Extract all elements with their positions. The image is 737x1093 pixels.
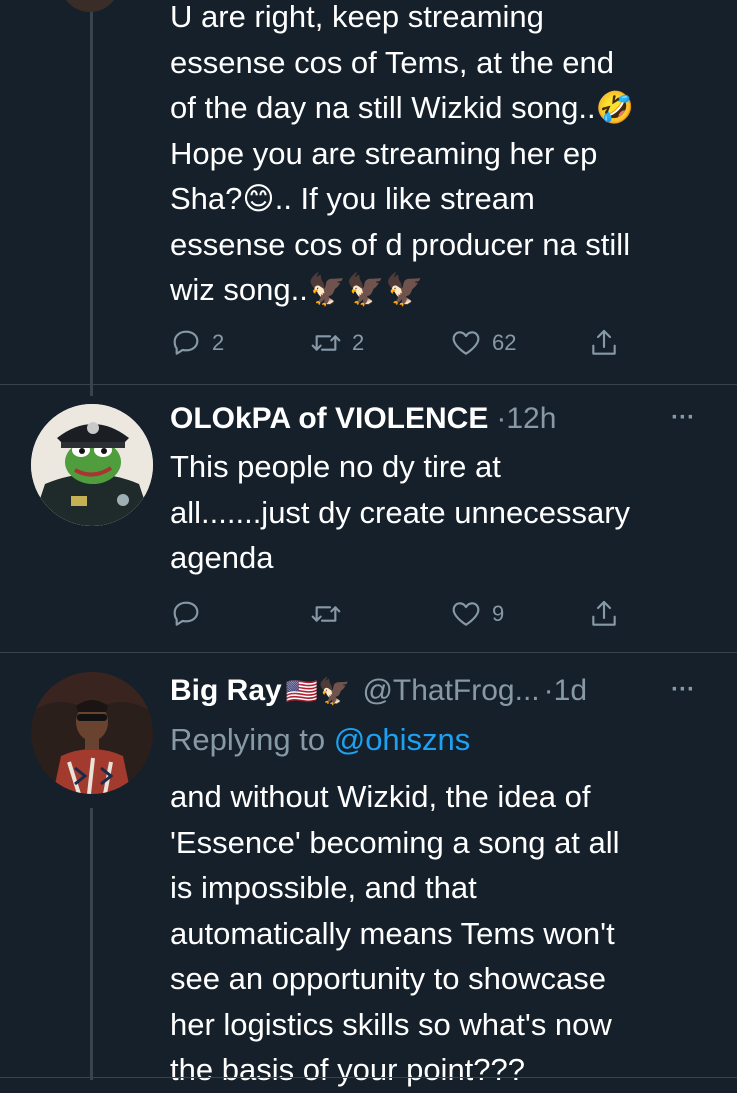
like-count: 9 bbox=[492, 601, 505, 626]
share-icon bbox=[592, 600, 616, 626]
divider bbox=[0, 1077, 737, 1078]
tweet-actions: 9 bbox=[170, 598, 640, 632]
retweet-icon bbox=[311, 606, 341, 622]
divider bbox=[0, 652, 737, 653]
timestamp[interactable]: ·1d bbox=[544, 671, 587, 711]
heart-icon bbox=[452, 331, 480, 355]
tweet-header: Big Ray 🇺🇸🦅 @ThatFrog... ·1d bbox=[170, 671, 587, 711]
heart-icon bbox=[452, 602, 480, 626]
profile-photo-avatar-image bbox=[31, 672, 153, 794]
timestamp[interactable]: ·12h bbox=[496, 399, 556, 439]
like-button[interactable]: 62 bbox=[450, 327, 516, 359]
divider bbox=[0, 384, 737, 385]
display-name[interactable]: Big Ray bbox=[170, 671, 282, 711]
thread-line-bottom bbox=[90, 808, 93, 1080]
reply-button[interactable]: 2 bbox=[170, 327, 224, 359]
replying-to: Replying to @ohiszns bbox=[170, 720, 470, 760]
thread-line-top bbox=[90, 0, 93, 396]
more-options-button[interactable]: ··· bbox=[671, 676, 695, 704]
handle[interactable]: @ThatFrog... bbox=[362, 671, 539, 711]
display-name[interactable]: OLOkPA of VIOLENCE bbox=[170, 399, 488, 439]
avatar[interactable] bbox=[31, 672, 153, 794]
tweet-header: OLOkPA of VIOLENCE ·12h bbox=[170, 399, 556, 439]
share-icon bbox=[592, 329, 616, 355]
like-count: 62 bbox=[492, 330, 517, 355]
replying-to-label: Replying to bbox=[170, 722, 334, 757]
replying-to-handle-link[interactable]: @ohiszns bbox=[334, 720, 471, 760]
retweet-button[interactable] bbox=[310, 598, 352, 630]
reply-button[interactable] bbox=[170, 598, 212, 630]
reply-count: 2 bbox=[212, 330, 225, 355]
reply-icon bbox=[173, 330, 199, 355]
retweet-icon bbox=[311, 335, 341, 351]
avatar[interactable] bbox=[60, 0, 120, 12]
tweet-body: and without Wizkid, the idea of 'Essence… bbox=[170, 779, 620, 1087]
avatar[interactable] bbox=[31, 404, 153, 526]
reply-icon bbox=[173, 601, 199, 626]
retweet-button[interactable]: 2 bbox=[310, 327, 364, 359]
tweet-actions: 2 2 62 bbox=[170, 327, 640, 361]
share-button[interactable] bbox=[588, 327, 620, 359]
like-button[interactable]: 9 bbox=[450, 598, 504, 630]
flag-eagle-emojis: 🇺🇸🦅 bbox=[285, 676, 351, 706]
retweet-count: 2 bbox=[352, 330, 365, 355]
share-button[interactable] bbox=[588, 598, 620, 630]
more-options-button[interactable]: ··· bbox=[671, 404, 695, 432]
police-frog-avatar-image bbox=[31, 404, 153, 526]
tweet-body: U are right, keep streaming essense cos … bbox=[170, 0, 635, 307]
tweet-body: This people no dy tire at all.......just… bbox=[170, 449, 631, 575]
